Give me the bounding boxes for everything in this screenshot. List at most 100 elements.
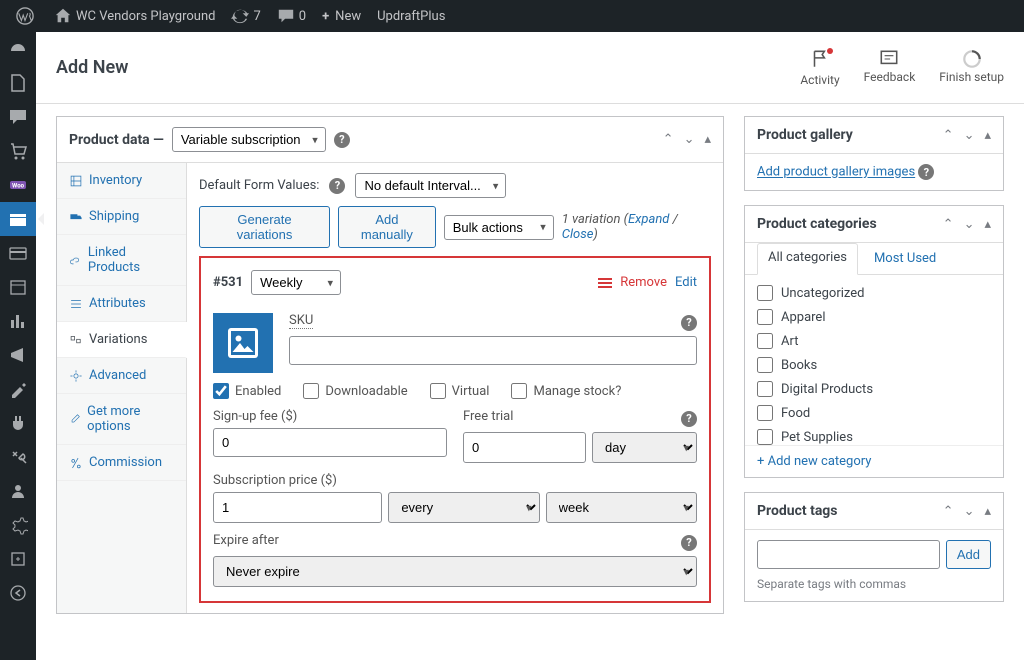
expire-after-select[interactable]: Never expire [213, 556, 697, 587]
new-content[interactable]: +New [314, 0, 369, 32]
menu-marketing[interactable] [0, 338, 36, 372]
variation-count: 1 variation (Expand / Close) [562, 212, 711, 242]
manage-stock-checkbox[interactable]: Manage stock? [511, 383, 621, 399]
variation-image-placeholder[interactable] [213, 313, 273, 373]
wp-logo[interactable] [8, 0, 46, 32]
tab-all-categories[interactable]: All categories [757, 243, 858, 275]
panel-toggle-icon[interactable]: ▴ [984, 504, 991, 519]
virtual-checkbox[interactable]: Virtual [430, 383, 490, 399]
tab-shipping[interactable]: Shipping [57, 199, 186, 235]
category-item[interactable]: Food [757, 405, 991, 421]
panel-toggle-icon[interactable]: ▴ [984, 217, 991, 232]
sku-label: SKU [289, 313, 313, 328]
category-item[interactable]: Apparel [757, 309, 991, 325]
tab-linked-products[interactable]: Linked Products [57, 235, 186, 286]
panel-up-icon[interactable]: ⌃ [943, 217, 954, 232]
add-manually-button[interactable]: Add manually [338, 206, 436, 248]
tab-advanced[interactable]: Advanced [57, 358, 186, 394]
help-icon[interactable]: ? [681, 535, 697, 551]
menu-products[interactable] [0, 202, 36, 236]
menu-collapse[interactable] [0, 576, 36, 610]
menu-tools[interactable] [0, 440, 36, 474]
expand-link[interactable]: Expand [628, 212, 669, 227]
updates-link[interactable]: 7 [223, 0, 268, 32]
menu-export[interactable] [0, 542, 36, 576]
signup-fee-input[interactable] [213, 428, 447, 457]
menu-dashboard[interactable] [0, 32, 36, 66]
downloadable-checkbox[interactable]: Downloadable [303, 383, 407, 399]
tab-commission[interactable]: Commission [57, 445, 186, 481]
flag-icon [809, 48, 831, 73]
variation-header[interactable]: #531 Weekly Remove Edit [209, 266, 701, 299]
panel-toggle-icon[interactable]: ▴ [704, 132, 711, 147]
feedback-icon [878, 48, 900, 70]
menu-calendar[interactable] [0, 270, 36, 304]
subscription-period-select[interactable]: week [546, 492, 697, 523]
menu-payments[interactable] [0, 236, 36, 270]
category-item[interactable]: Art [757, 333, 991, 349]
panel-down-icon[interactable]: ⌄ [964, 128, 975, 143]
help-icon[interactable]: ? [681, 315, 697, 331]
menu-plugins[interactable] [0, 406, 36, 440]
tag-input[interactable] [757, 540, 940, 569]
menu-comments[interactable] [0, 100, 36, 134]
activity-button[interactable]: Activity [800, 48, 839, 87]
panel-up-icon[interactable]: ⌃ [943, 128, 954, 143]
close-link[interactable]: Close [562, 227, 594, 242]
updraft-link[interactable]: UpdraftPlus [369, 0, 453, 32]
variation-row-highlighted: #531 Weekly Remove Edit [199, 256, 711, 603]
menu-users[interactable] [0, 474, 36, 508]
category-item[interactable]: Pet Supplies [757, 429, 991, 445]
menu-analytics[interactable] [0, 304, 36, 338]
help-icon[interactable]: ? [334, 132, 350, 148]
add-new-category-link[interactable]: + Add new category [757, 454, 871, 469]
subscription-interval-select[interactable]: every [388, 492, 539, 523]
add-gallery-images-link[interactable]: Add product gallery images [757, 165, 915, 180]
help-icon[interactable]: ? [681, 411, 697, 427]
feedback-button[interactable]: Feedback [864, 48, 916, 87]
menu-cart[interactable] [0, 134, 36, 168]
remove-variation-link[interactable]: Remove [620, 275, 667, 290]
edit-variation-link[interactable]: Edit [675, 275, 697, 290]
panel-up-icon[interactable]: ⌃ [663, 132, 674, 147]
add-tag-button[interactable]: Add [946, 540, 991, 569]
sku-input[interactable] [289, 336, 697, 365]
product-categories-title: Product categories [757, 216, 877, 232]
tab-variations[interactable]: Variations [57, 322, 187, 358]
menu-appearance[interactable] [0, 372, 36, 406]
category-item[interactable]: Uncategorized [757, 285, 991, 301]
menu-settings[interactable] [0, 508, 36, 542]
tab-inventory[interactable]: Inventory [57, 163, 186, 199]
product-gallery-title: Product gallery [757, 127, 853, 143]
menu-woo[interactable]: Woo [0, 168, 36, 202]
menu-pages[interactable] [0, 66, 36, 100]
default-form-select[interactable]: No default Interval... [355, 173, 506, 198]
tab-attributes[interactable]: Attributes [57, 286, 186, 322]
category-item[interactable]: Digital Products [757, 381, 991, 397]
free-trial-input[interactable] [463, 432, 586, 463]
enabled-checkbox[interactable]: Enabled [213, 383, 281, 399]
drag-handle-icon[interactable] [598, 278, 612, 288]
page-header: Add New Activity Feedback Finish setup [36, 32, 1024, 104]
free-trial-unit-select[interactable]: day [592, 432, 697, 463]
site-link[interactable]: WC Vendors Playground [46, 0, 223, 32]
admin-menu: Woo [0, 32, 36, 660]
panel-toggle-icon[interactable]: ▴ [984, 128, 991, 143]
variation-attr-select[interactable]: Weekly [251, 270, 341, 295]
product-type-select[interactable]: Variable subscription [172, 127, 326, 152]
comments-link[interactable]: 0 [269, 0, 314, 32]
panel-down-icon[interactable]: ⌄ [964, 217, 975, 232]
default-form-values-row: Default Form Values: ? No default Interv… [199, 173, 711, 198]
category-item[interactable]: Books [757, 357, 991, 373]
tab-most-used[interactable]: Most Used [872, 243, 938, 274]
finish-setup-button[interactable]: Finish setup [939, 48, 1004, 87]
panel-down-icon[interactable]: ⌄ [684, 132, 695, 147]
panel-up-icon[interactable]: ⌃ [943, 504, 954, 519]
generate-variations-button[interactable]: Generate variations [199, 206, 330, 248]
subscription-price-input[interactable] [213, 492, 382, 523]
help-icon[interactable]: ? [329, 178, 345, 194]
panel-down-icon[interactable]: ⌄ [964, 504, 975, 519]
tab-get-more[interactable]: Get more options [57, 394, 186, 445]
help-icon[interactable]: ? [918, 164, 934, 180]
bulk-actions-select[interactable]: Bulk actions [444, 215, 554, 240]
